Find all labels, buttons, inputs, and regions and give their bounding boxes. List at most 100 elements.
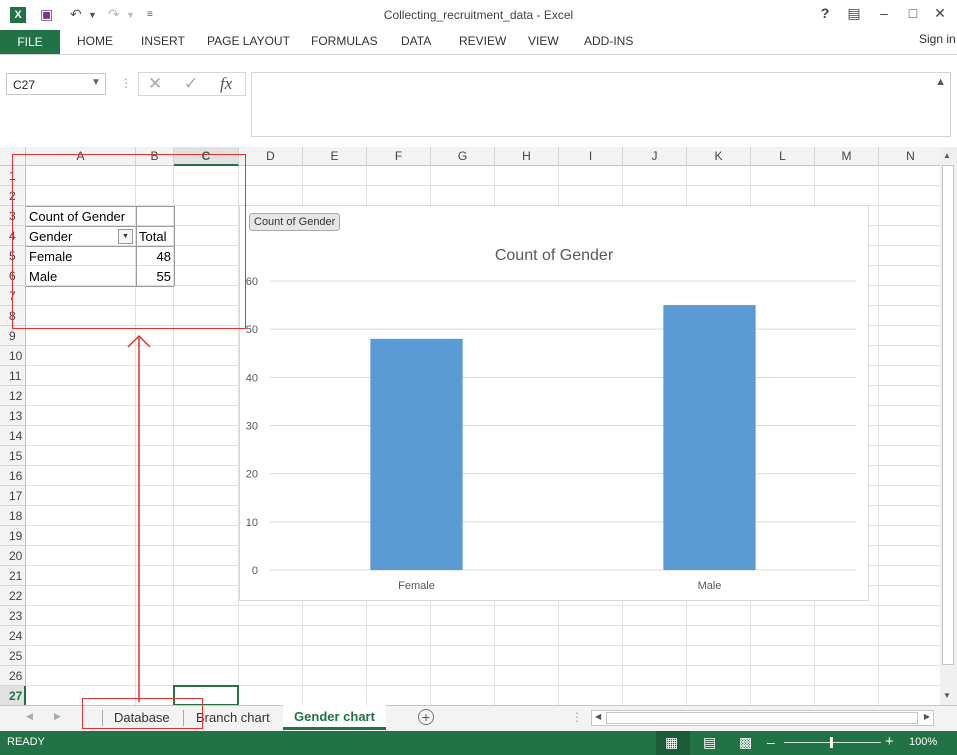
column-header-k[interactable]: K <box>687 147 751 166</box>
zoom-level[interactable]: 100% <box>909 736 937 748</box>
status-ready: READY <box>7 736 45 748</box>
annotation-box-pivot <box>12 154 246 329</box>
gridline <box>26 665 940 666</box>
zoom-out-button[interactable]: – <box>767 734 775 750</box>
chart-title[interactable]: Count of Gender <box>495 247 614 264</box>
normal-view-glyph: ▦ <box>665 734 679 750</box>
row-header-16[interactable]: 16 <box>0 466 26 486</box>
scroll-thumb[interactable] <box>942 165 954 665</box>
minimize-button[interactable]: – <box>874 5 894 21</box>
name-box[interactable]: C27 ▼ <box>6 73 106 95</box>
collapse-formula-bar-icon[interactable]: ▲ <box>935 76 946 88</box>
tab-file[interactable]: FILE <box>0 30 60 54</box>
annotation-box-database-tab <box>82 698 203 729</box>
gender-chart[interactable]: Count of Gender 0 10 20 30 40 50 60 Female Male <box>239 205 869 601</box>
new-sheet-icon[interactable]: + <box>418 709 434 725</box>
scroll-down-icon[interactable]: ▼ <box>943 691 951 700</box>
chart-field-button[interactable]: Count of Gender <box>249 213 341 231</box>
ribbon-divider <box>0 54 957 55</box>
column-header-e[interactable]: E <box>303 147 367 166</box>
x-category-label: Male <box>698 580 722 592</box>
tab-view[interactable]: VIEW <box>528 34 559 48</box>
vertical-scrollbar[interactable]: ▲ ▼ <box>940 147 957 705</box>
column-header-j[interactable]: J <box>623 147 687 166</box>
tab-page-layout[interactable]: PAGE LAYOUT <box>207 34 290 48</box>
worksheet-grid[interactable]: ABCDEFGHIJKLMN 1 2 3 4 5 6 7 8 9 10 11 12 13 14 15 16 17… <box>0 147 940 705</box>
row-header-10[interactable]: 10 <box>0 346 26 366</box>
tab-split-grip-icon[interactable]: ⋮ <box>571 710 583 724</box>
column-header-m[interactable]: M <box>815 147 879 166</box>
bar-male[interactable] <box>663 305 756 570</box>
column-header-n[interactable]: N <box>879 147 940 166</box>
maximize-button[interactable]: □ <box>903 5 923 21</box>
row-header-19[interactable]: 19 <box>0 526 26 546</box>
ribbon-display-options-icon[interactable]: ▤ <box>844 5 864 22</box>
gridline <box>26 645 940 646</box>
scroll-tabs-left-icon[interactable]: ◀ <box>26 711 33 722</box>
sheet-tab-branch-chart[interactable]: Branch chart <box>196 706 270 731</box>
gridline <box>26 605 940 606</box>
column-header-l[interactable]: L <box>751 147 815 166</box>
formula-buttons: ✕ ✓ fx <box>138 72 246 96</box>
row-header-18[interactable]: 18 <box>0 506 26 526</box>
scroll-right-icon[interactable]: ▶ <box>924 712 930 721</box>
tab-insert[interactable]: INSERT <box>141 34 185 48</box>
column-header-h[interactable]: H <box>495 147 559 166</box>
close-button[interactable]: ✕ <box>930 5 950 22</box>
tab-formulas[interactable]: FORMULAS <box>311 34 378 48</box>
row-header-15[interactable]: 15 <box>0 446 26 466</box>
column-header-g[interactable]: G <box>431 147 495 166</box>
sheet-tab-gender-chart[interactable]: Gender chart <box>283 705 386 730</box>
cancel-entry-icon[interactable]: ✕ <box>148 74 162 94</box>
column-header-f[interactable]: F <box>367 147 431 166</box>
y-tick-label: 20 <box>246 469 258 481</box>
confirm-entry-icon[interactable]: ✓ <box>184 74 198 94</box>
scroll-up-icon[interactable]: ▲ <box>943 151 951 160</box>
ribbon-tab-bar: FILE HOME INSERT PAGE LAYOUT FORMULAS DA… <box>0 30 957 54</box>
insert-function-icon[interactable]: fx <box>220 74 232 94</box>
page-break-view-icon[interactable]: ▩ <box>739 734 752 751</box>
y-tick-label: 10 <box>246 517 258 529</box>
help-button[interactable]: ? <box>815 5 835 21</box>
y-tick-label: 50 <box>246 324 258 336</box>
row-header-17[interactable]: 17 <box>0 486 26 506</box>
gridline <box>26 685 940 686</box>
horizontal-scroll-thumb[interactable] <box>606 712 918 724</box>
column-header-i[interactable]: I <box>559 147 623 166</box>
row-header-25[interactable]: 25 <box>0 646 26 666</box>
page-layout-view-icon[interactable]: ▤ <box>703 734 716 751</box>
tab-home[interactable]: HOME <box>77 34 113 48</box>
row-header-11[interactable]: 11 <box>0 366 26 386</box>
formula-bar-grip-icon: ⋮ <box>120 76 132 90</box>
formula-input[interactable]: ▲ <box>251 72 951 137</box>
tab-data[interactable]: DATA <box>401 34 431 48</box>
name-box-value: C27 <box>13 78 36 92</box>
row-header-9[interactable]: 9 <box>0 326 26 346</box>
sign-in-link[interactable]: Sign in <box>919 32 956 46</box>
scroll-left-icon[interactable]: ◀ <box>595 712 601 721</box>
row-header-23[interactable]: 23 <box>0 606 26 626</box>
row-header-20[interactable]: 20 <box>0 546 26 566</box>
row-header-21[interactable]: 21 <box>0 566 26 586</box>
row-header-24[interactable]: 24 <box>0 626 26 646</box>
row-header-14[interactable]: 14 <box>0 426 26 446</box>
window-title: Collecting_recruitment_data - Excel <box>383 8 574 22</box>
column-header-d[interactable]: D <box>239 147 303 166</box>
chevron-down-icon[interactable]: ▼ <box>91 77 101 88</box>
row-header-27[interactable]: 27 <box>0 686 26 705</box>
tab-add-ins[interactable]: ADD-INS <box>584 34 633 48</box>
row-header-22[interactable]: 22 <box>0 586 26 606</box>
annotation-arrow <box>127 334 151 702</box>
horizontal-scrollbar[interactable]: ◀ ▶ <box>591 710 934 726</box>
row-header-12[interactable]: 12 <box>0 386 26 406</box>
zoom-slider-thumb[interactable] <box>830 737 833 748</box>
y-tick-label: 0 <box>252 565 258 577</box>
tab-review[interactable]: REVIEW <box>459 34 506 48</box>
row-header-26[interactable]: 26 <box>0 666 26 686</box>
title-bar: X ▣ ↶ ▼ ↷ ▼ ≡ Collecting_recruitment_dat… <box>0 0 957 30</box>
row-header-13[interactable]: 13 <box>0 406 26 426</box>
scroll-tabs-right-icon[interactable]: ▶ <box>54 711 61 722</box>
bar-female[interactable] <box>370 338 463 570</box>
sheet-tab-gender-chart-label: Gender chart <box>294 709 375 724</box>
zoom-in-button[interactable]: + <box>885 733 894 750</box>
